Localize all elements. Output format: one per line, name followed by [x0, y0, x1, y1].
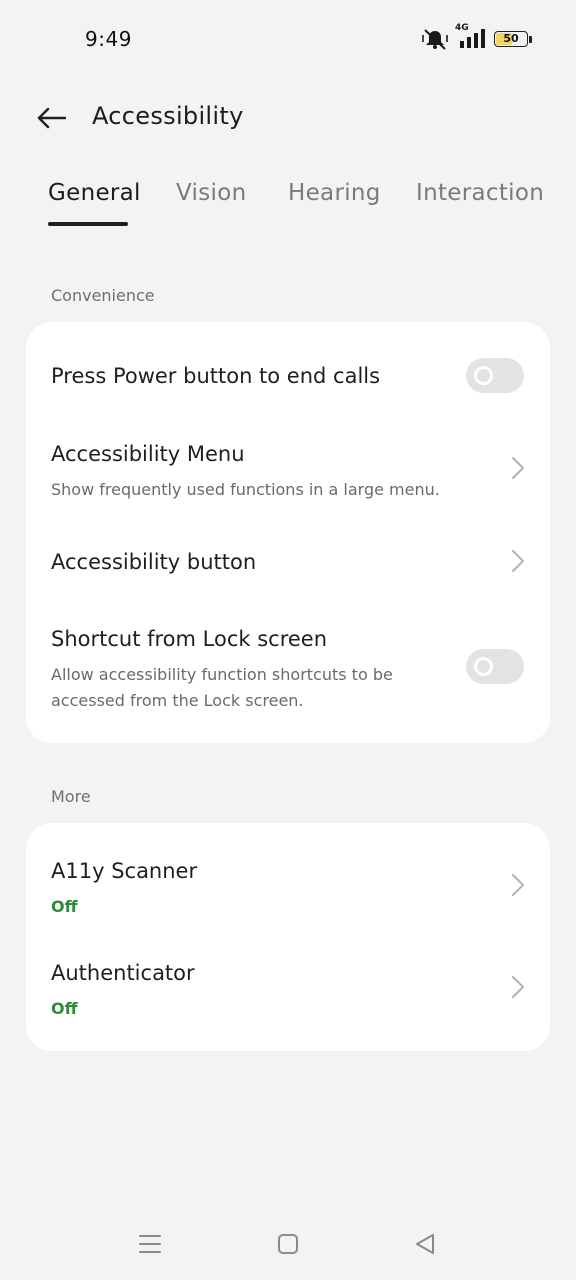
back-button[interactable] — [34, 102, 68, 134]
section-label-convenience: Convenience — [51, 286, 155, 305]
row-title: Accessibility Menu — [51, 442, 245, 466]
chevron-right-icon — [510, 974, 526, 1000]
toggle-knob — [474, 366, 493, 385]
tab-general[interactable]: General — [48, 180, 141, 206]
shortcut-lock-screen-toggle[interactable] — [466, 649, 524, 684]
chevron-right-icon — [510, 548, 526, 574]
menu-icon[interactable] — [136, 1230, 164, 1258]
active-tab-indicator — [48, 222, 128, 226]
row-shortcut-lock-screen[interactable]: Shortcut from Lock screen Allow accessib… — [26, 607, 550, 727]
battery-icon: 50 — [494, 31, 532, 47]
back-triangle-icon[interactable] — [411, 1230, 439, 1258]
row-subtitle: Allow accessibility function shortcuts t… — [51, 665, 393, 710]
page-title: Accessibility — [92, 102, 244, 130]
tab-vision[interactable]: Vision — [176, 180, 246, 206]
row-a11y-scanner[interactable]: A11y Scanner Off — [26, 839, 550, 931]
signal-icon: 4G — [455, 23, 486, 50]
toggle-knob — [474, 657, 493, 676]
mute-vibrate-icon — [422, 28, 448, 50]
row-status: Off — [51, 897, 78, 916]
home-icon[interactable] — [274, 1230, 302, 1258]
row-power-button-end-calls[interactable]: Press Power button to end calls — [26, 342, 550, 412]
row-title: A11y Scanner — [51, 859, 198, 883]
row-title: Accessibility button — [51, 550, 257, 574]
row-accessibility-button[interactable]: Accessibility button — [26, 527, 550, 597]
section-label-more: More — [51, 787, 91, 806]
system-nav-bar — [0, 1216, 576, 1272]
chevron-right-icon — [510, 455, 526, 481]
status-time: 9:49 — [85, 27, 132, 51]
convenience-card: Press Power button to end calls Accessib… — [26, 322, 550, 743]
row-title: Authenticator — [51, 961, 195, 985]
row-accessibility-menu[interactable]: Accessibility Menu Show frequently used … — [26, 422, 550, 512]
tab-hearing[interactable]: Hearing — [288, 180, 381, 206]
tab-interaction[interactable]: Interaction — [416, 180, 544, 206]
row-status: Off — [51, 999, 78, 1018]
back-arrow-icon — [37, 107, 66, 129]
chevron-right-icon — [510, 872, 526, 898]
status-icons: 4G 50 — [422, 23, 532, 53]
tab-bar: General Vision Hearing Interaction — [0, 180, 576, 230]
row-authenticator[interactable]: Authenticator Off — [26, 941, 550, 1033]
row-title: Shortcut from Lock screen — [51, 627, 328, 651]
status-bar: 9:49 4G 50 — [0, 0, 576, 78]
network-label: 4G — [455, 23, 469, 33]
row-subtitle: Show frequently used functions in a larg… — [51, 480, 440, 499]
row-title: Press Power button to end calls — [51, 364, 381, 388]
battery-level: 50 — [503, 32, 519, 45]
more-card: A11y Scanner Off Authenticator Off — [26, 823, 550, 1051]
header: Accessibility — [0, 92, 576, 144]
power-button-end-calls-toggle[interactable] — [466, 358, 524, 393]
